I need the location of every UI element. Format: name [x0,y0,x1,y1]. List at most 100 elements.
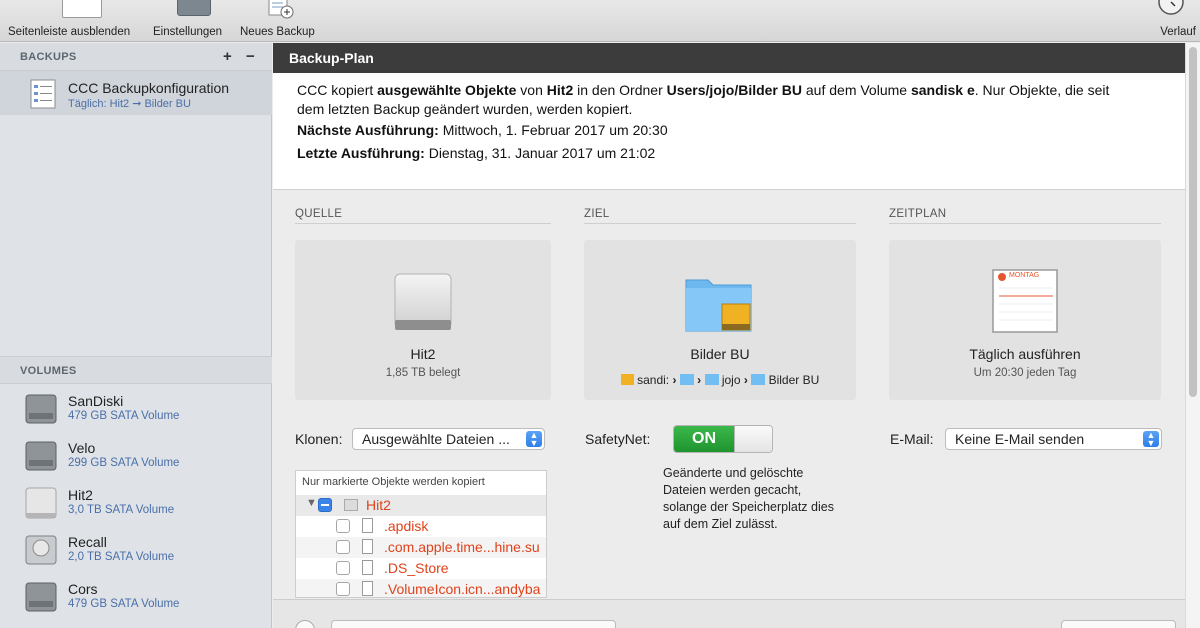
last-run: Letzte Ausführung: Dienstag, 31. Januar … [297,144,655,163]
schedule-header: ZEITPLAN [889,208,1161,224]
plan-text: auf dem Volume [802,82,911,98]
source-card[interactable]: Hit2 1,85 TB belegt [295,240,551,400]
backup-name: CCC Backupkonfiguration [68,80,230,96]
volume-info: 479 GB SATA Volume [68,410,180,422]
plan-title: Backup-Plan [289,50,374,66]
backup-schedule: Täglich: Hit2 ➞ Bilder BU [68,98,191,110]
toggle-on-label: ON [674,426,734,452]
sidebar-item-volume[interactable]: Recall 2,0 TB SATA Volume [0,528,272,575]
target-name: Bilder BU [690,346,750,362]
path-separator: › [672,373,677,387]
file-icon [362,539,373,554]
toggle-knob [734,426,772,452]
volume-info: 479 GB SATA Volume [68,598,180,610]
external-drive-icon [394,273,452,330]
sidebar: BACKUPS + − CCC Backupkonfiguration Tägl… [0,43,272,628]
folder-mini-icon [704,374,719,385]
plan-text-bold: sandisk e [910,82,975,98]
new-backup-icon [268,0,294,19]
bottom-select[interactable] [331,620,616,628]
hard-drive-icon [25,394,57,424]
mixed-state-mark [321,504,329,506]
target-path[interactable]: sandi: › › jojo › Bilder BU [584,373,856,387]
tree-row[interactable]: .DS_Store [296,558,546,579]
schedule-name: Täglich ausführen [969,346,1081,362]
item-checkbox[interactable] [336,519,350,533]
clone-label: Klonen: [295,431,343,447]
bottom-bar [273,599,1185,628]
schedule-card[interactable]: MONTAG Täglich ausführen Um 20:30 jeden … [889,240,1161,400]
clone-select[interactable]: Ausgewählte Dateien ... ▲ ▼ [352,428,545,450]
tree-row[interactable]: .com.apple.time...hine.su [296,537,546,558]
chevron-updown-icon: ▲ ▼ [526,431,542,448]
source-header: QUELLE [295,208,551,224]
plan-text: von [516,82,547,98]
item-checkbox[interactable] [336,582,350,596]
safetynet-toggle[interactable]: ON [673,425,773,453]
root-checkbox[interactable] [318,498,332,512]
tree-root-name: Hit2 [366,497,391,513]
tree-item-name: .apdisk [384,518,429,534]
settings-button[interactable]: Einstellungen [153,0,233,42]
email-label: E-Mail: [890,431,934,447]
sidebar-item-backup[interactable]: CCC Backupkonfiguration Täglich: Hit2 ➞ … [0,71,272,115]
history-label: Verlauf [1160,26,1196,38]
add-backup-button[interactable]: + [223,48,232,65]
history-button[interactable]: Verlauf [1148,0,1196,42]
external-drive-icon [25,487,57,519]
drive-mini-icon [620,374,634,385]
schedule-info: Um 20:30 jeden Tag [973,367,1077,379]
path-separator: › [697,373,702,387]
folder-mini-icon [679,374,694,385]
volume-info: 2,0 TB SATA Volume [68,551,175,563]
volume-name: Hit2 [68,487,93,503]
sidebar-item-volume[interactable]: Velo 299 GB SATA Volume [0,434,272,481]
file-icon [362,560,373,575]
plan-summary: CCC kopiert ausgewählte Objekte von Hit2… [273,73,1185,190]
plan-description-line2: dem letzten Backup geändert wurden, werd… [297,101,633,117]
scrollbar[interactable] [1185,43,1200,628]
sidebar-item-volume[interactable]: Cors 479 GB SATA Volume [0,575,272,622]
item-checkbox[interactable] [336,540,350,554]
time-machine-drive-icon [25,535,57,565]
volumes-section-header: VOLUMES [0,356,272,384]
item-checkbox[interactable] [336,561,350,575]
folder-icon [685,279,752,332]
hide-sidebar-button[interactable]: Seitenleiste ausblenden [8,0,148,42]
tree-row[interactable]: .VolumeIcon.icn...andyba [296,579,546,597]
tree-item-name: .VolumeIcon.icn...andyba [384,581,541,597]
volume-info: 3,0 TB SATA Volume [68,504,175,516]
last-run-value: Dienstag, 31. Januar 2017 um 21:02 [424,145,656,161]
disclosure-triangle-icon[interactable]: ▼ [306,497,317,509]
volume-info: 299 GB SATA Volume [68,457,180,469]
backups-section-header: BACKUPS + − [0,43,272,71]
file-icon [362,518,373,533]
safetynet-label: SafetyNet: [585,431,651,447]
path-segment: jojo [721,373,741,387]
new-backup-button[interactable]: Neues Backup [239,0,329,42]
target-header: ZIEL [584,208,856,224]
target-card[interactable]: Bilder BU sandi: › › jojo › Bilder BU [584,240,856,400]
settings-icon [177,0,211,16]
plan-description: CCC kopiert ausgewählte Objekte von Hit2… [297,81,1109,100]
document-list-icon [30,79,56,109]
path-segment: Bilder BU [768,373,820,387]
tree-row-root[interactable]: ▼ Hit2 [296,495,546,516]
last-run-label: Letzte Ausführung: [297,145,425,161]
remove-backup-button[interactable]: − [246,48,255,65]
clone-select-value: Ausgewählte Dateien ... [362,431,510,447]
plan-header: Backup-Plan [273,43,1185,73]
email-select[interactable]: Keine E-Mail senden ▲ ▼ [945,428,1162,450]
volume-name: Velo [68,440,96,456]
file-tree: Nur markierte Objekte werden kopiert ▼ H… [295,470,547,598]
bottom-button[interactable] [1061,620,1176,628]
volumes-header-label: VOLUMES [20,365,77,377]
backups-header-label: BACKUPS [20,51,77,63]
sidebar-item-volume[interactable]: SanDiski 479 GB SATA Volume [0,387,272,434]
sidebar-item-volume[interactable]: Hit2 3,0 TB SATA Volume [0,481,272,528]
tree-row[interactable]: .apdisk [296,516,546,537]
plan-text-bold: Users/jojo/Bilder BU [666,82,802,98]
scrollbar-thumb[interactable] [1189,47,1197,397]
path-separator: › [743,373,748,387]
help-icon[interactable] [295,620,315,628]
